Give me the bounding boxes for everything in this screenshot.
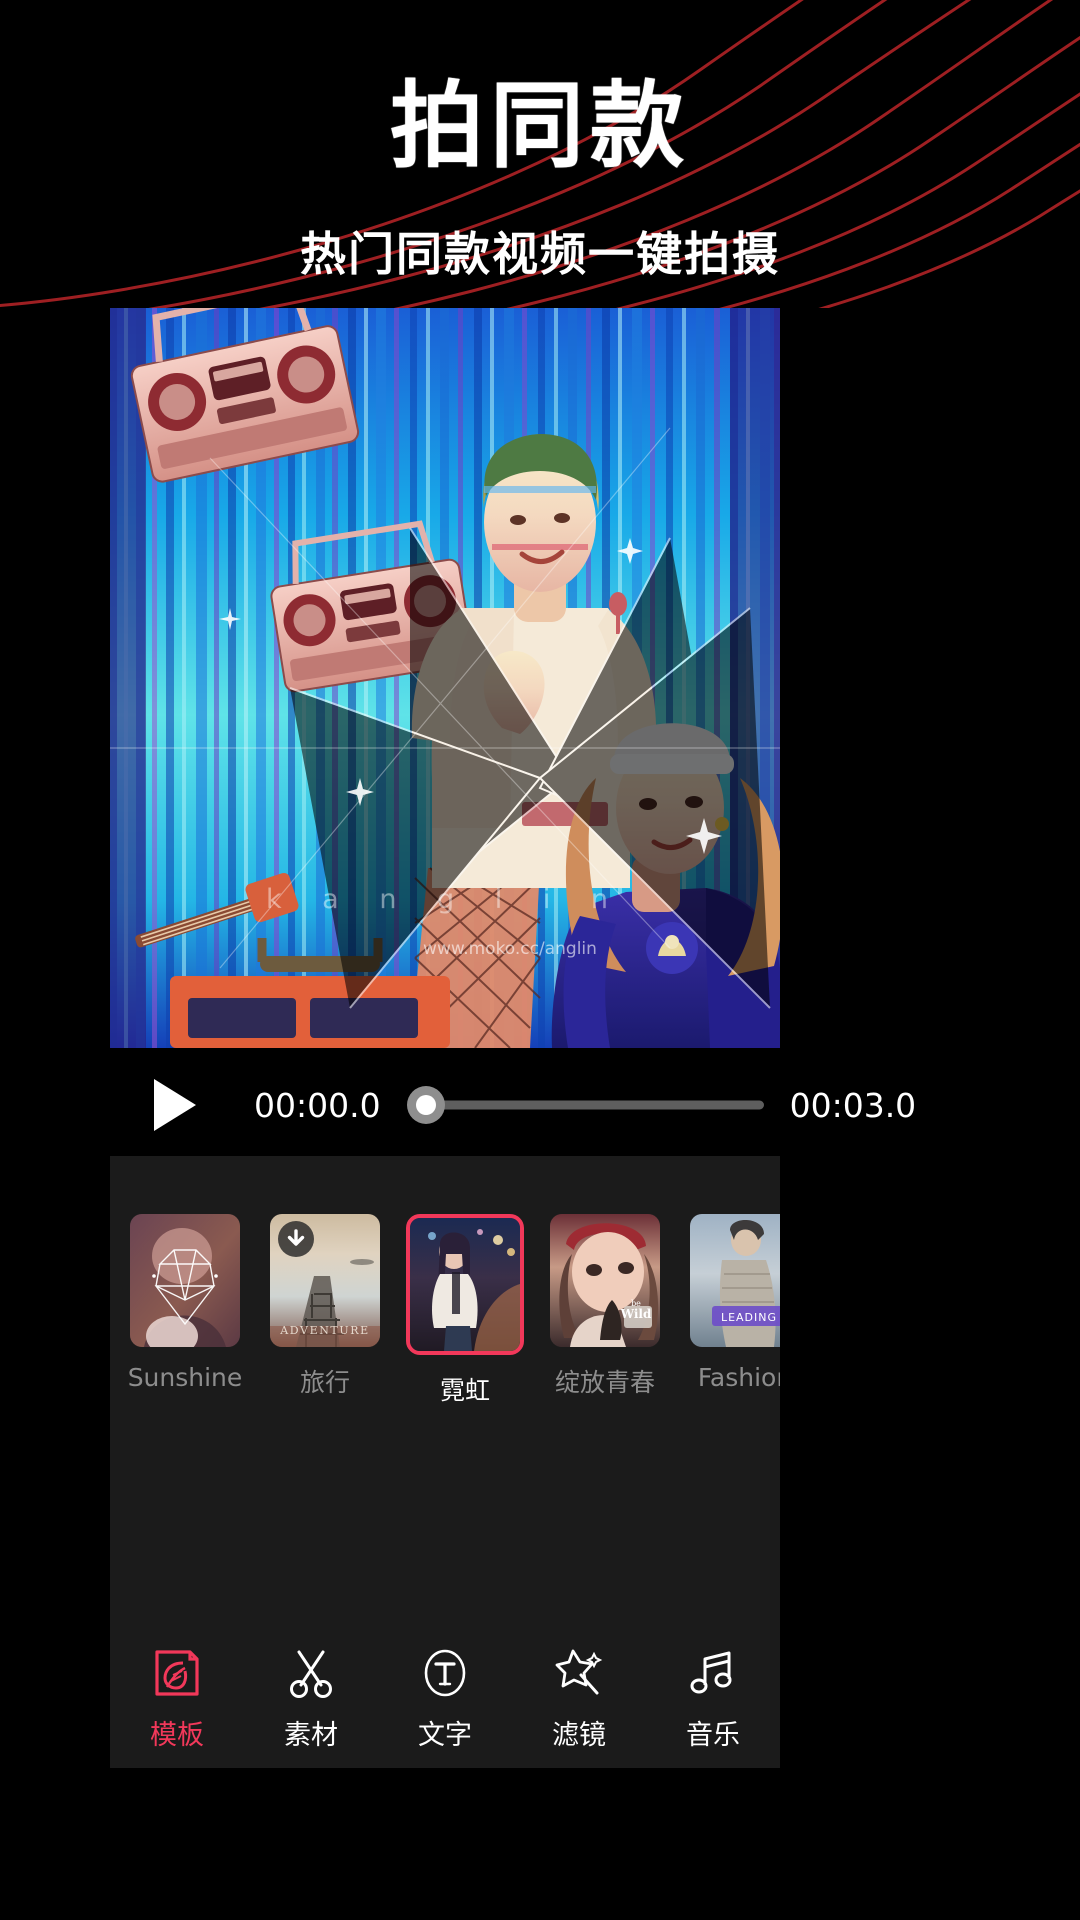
magic-wand-icon: [553, 1645, 605, 1701]
tab-template[interactable]: 模板: [110, 1645, 244, 1758]
tab-music[interactable]: 音乐: [646, 1645, 780, 1758]
template-item-travel[interactable]: ADVENTURE 旅行: [266, 1214, 384, 1444]
template-item-neon[interactable]: 霓虹: [406, 1214, 524, 1444]
page-title: 拍同款: [389, 72, 690, 181]
slider-track[interactable]: [408, 1100, 764, 1110]
play-icon: [154, 1079, 196, 1131]
tab-label: 模板: [150, 1720, 204, 1751]
video-watermark: www.moko.cc/anglin: [423, 939, 597, 959]
template-thumbnail[interactable]: be Wild: [550, 1214, 660, 1347]
tab-label: 素材: [284, 1720, 338, 1751]
template-label: 霓虹: [439, 1376, 490, 1405]
slider-handle[interactable]: [406, 1086, 445, 1124]
template-label: 绽放青春: [554, 1368, 655, 1397]
template-thumb-image: [130, 1214, 240, 1347]
template-icon: [151, 1645, 203, 1701]
tab-text[interactable]: 文字: [378, 1645, 512, 1758]
template-thumb-caption: be Wild: [620, 1299, 652, 1321]
bottom-tabbar: 模板 素材 文字 滤镜 音乐: [110, 1645, 780, 1758]
scissors-icon: [285, 1645, 337, 1701]
template-thumb-image: [410, 1218, 520, 1351]
tab-label: 文字: [418, 1720, 472, 1751]
app-body: k a n g l i n www.moko.cc/anglin 00:00.0…: [0, 308, 1080, 1920]
template-thumbnail[interactable]: LEADING: [690, 1214, 780, 1347]
svg-text:LEADING: LEADING: [721, 1311, 777, 1324]
svg-text:ADVENTURE: ADVENTURE: [279, 1324, 370, 1337]
page-subtitle: 热门同款视频一键拍摄: [300, 227, 780, 281]
svg-text:Wild: Wild: [620, 1307, 652, 1321]
play-button[interactable]: [138, 1070, 212, 1140]
hero-header: 拍同款 热门同款视频一键拍摄: [0, 0, 1080, 308]
video-preview[interactable]: k a n g l i n www.moko.cc/anglin: [110, 308, 780, 1048]
template-label: Fashion: [697, 1363, 780, 1392]
template-panel: Sunshine ADVENTURE 旅行 霓虹 be Wild 绽放青春 LE…: [110, 1156, 780, 1768]
template-label: Sunshine: [127, 1363, 243, 1392]
template-list[interactable]: Sunshine ADVENTURE 旅行 霓虹 be Wild 绽放青春 LE…: [110, 1214, 780, 1444]
template-item-sunshine[interactable]: Sunshine: [126, 1214, 244, 1444]
tab-label: 滤镜: [552, 1720, 606, 1751]
template-thumbnail[interactable]: [406, 1214, 524, 1355]
tab-filter[interactable]: 滤镜: [512, 1645, 646, 1758]
template-thumb-caption: LEADING: [721, 1311, 777, 1324]
template-thumb-caption: ADVENTURE: [279, 1324, 370, 1337]
template-label: 旅行: [299, 1368, 350, 1397]
progress-slider[interactable]: [406, 1085, 764, 1125]
music-note-icon: [687, 1645, 739, 1701]
video-overlay-text: k a n g l i n: [266, 884, 624, 915]
video-frame-image: k a n g l i n www.moko.cc/anglin: [110, 308, 780, 1048]
player-controls: 00:00.0 00:03.0: [110, 1070, 1010, 1140]
template-item-fashion[interactable]: LEADING Fashion: [686, 1214, 780, 1444]
current-time-label: 00:00.0: [254, 1085, 381, 1125]
text-icon: [419, 1645, 471, 1701]
template-thumbnail[interactable]: ADVENTURE: [270, 1214, 380, 1347]
tab-material[interactable]: 素材: [244, 1645, 378, 1758]
template-item-youth[interactable]: be Wild 绽放青春: [546, 1214, 664, 1444]
template-thumbnail[interactable]: [130, 1214, 240, 1347]
tab-label: 音乐: [686, 1720, 740, 1751]
total-time-label: 00:03.0: [789, 1085, 917, 1125]
